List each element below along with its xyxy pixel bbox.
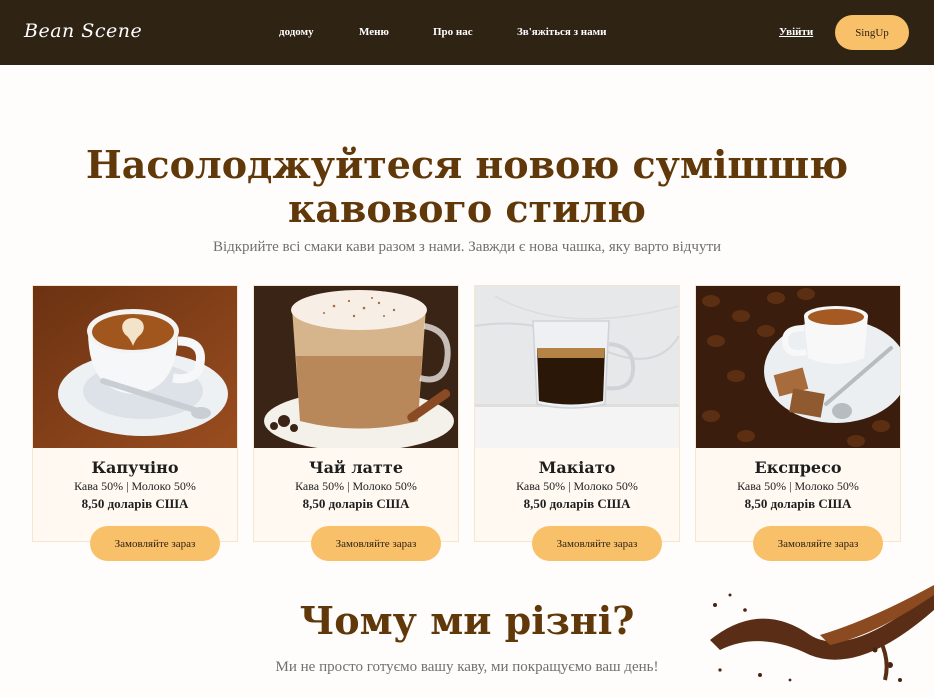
nav-link-contact[interactable]: Зв'яжіться з нами (517, 26, 606, 38)
nav-link-about[interactable]: Про нас (433, 26, 473, 38)
macchiato-image (475, 286, 679, 448)
espresso-image (696, 286, 900, 448)
nav-link-home[interactable]: додому (279, 26, 314, 38)
top-nav: Bean Scene додому Меню Про нас Зв'яжітьс… (0, 0, 934, 65)
order-now-button[interactable]: Замовляйте зараз (90, 526, 220, 561)
product-name: Капучіно (91, 458, 179, 477)
product-card: Чай латте Кава 50% | Молоко 50% 8,50 дол… (253, 285, 459, 561)
chai-latte-image (254, 286, 458, 448)
product-name: Чай латте (308, 458, 404, 477)
order-now-button[interactable]: Замовляйте зараз (753, 526, 883, 561)
product-name: Макіато (538, 458, 616, 477)
product-name: Експресо (754, 458, 842, 477)
product-mix: Кава 50% | Молоко 50% (516, 479, 638, 493)
product-price: 8,50 доларів США (81, 496, 189, 511)
signup-button[interactable]: SingUp (835, 15, 909, 50)
product-price: 8,50 доларів США (302, 496, 410, 511)
product-price: 8,50 доларів США (523, 496, 631, 511)
product-card: Експресо Кава 50% | Молоко 50% 8,50 дола… (695, 285, 901, 561)
hero-subtitle: Відкрийте всі смаки кави разом з нами. З… (212, 239, 722, 255)
product-card: Капучіно Кава 50% | Молоко 50% 8,50 дола… (32, 285, 238, 561)
hero-title: Насолоджуйтеся новою сумішшю кавового ст… (85, 142, 849, 231)
cappuccino-image (33, 286, 237, 448)
login-link[interactable]: Увійти (779, 26, 813, 38)
product-mix: Кава 50% | Молоко 50% (295, 479, 417, 493)
product-card: Макіато Кава 50% | Молоко 50% 8,50 долар… (474, 285, 680, 561)
nav-link-menu[interactable]: Меню (359, 26, 389, 38)
coffee-splash-image (700, 580, 934, 697)
order-now-button[interactable]: Замовляйте зараз (532, 526, 662, 561)
order-now-button[interactable]: Замовляйте зараз (311, 526, 441, 561)
logo[interactable]: Bean Scene (24, 20, 142, 42)
product-mix: Кава 50% | Молоко 50% (74, 479, 196, 493)
product-price: 8,50 доларів США (744, 496, 852, 511)
product-mix: Кава 50% | Молоко 50% (737, 479, 859, 493)
